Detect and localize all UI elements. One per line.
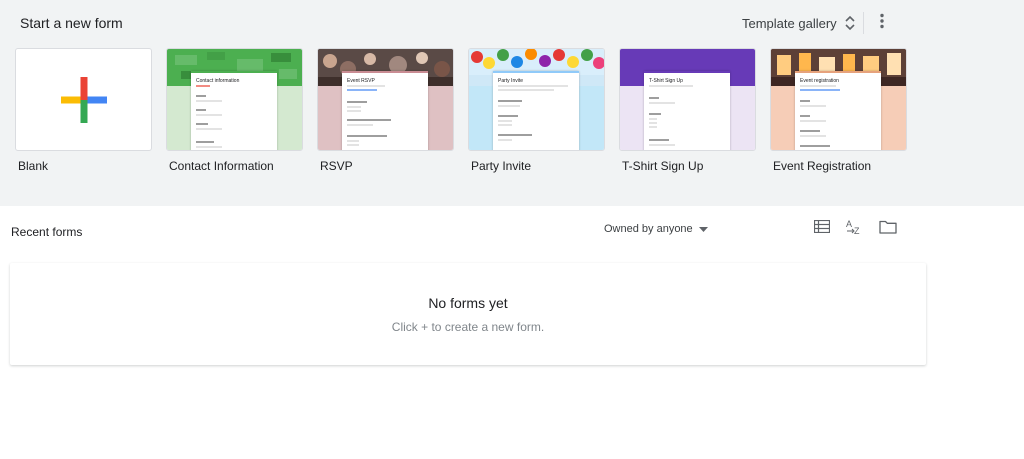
form-preview-sheet: Party Invite — [493, 71, 579, 150]
plus-icon — [61, 77, 107, 128]
header-divider — [863, 12, 864, 34]
more-options-button[interactable] — [872, 11, 892, 35]
recent-forms-heading: Recent forms — [11, 225, 83, 239]
list-view-icon — [813, 219, 831, 238]
template-card-rsvp[interactable]: Event RSVP — [317, 48, 454, 151]
template-card-contact-information[interactable]: Contact information — [166, 48, 303, 151]
dropdown-arrow-icon — [698, 223, 708, 235]
template-label-blank[interactable]: Blank — [18, 159, 48, 173]
owner-filter-label: Owned by anyone — [604, 223, 693, 235]
template-label-tshirt-sign-up[interactable]: T-Shirt Sign Up — [622, 159, 703, 173]
svg-text:Z: Z — [854, 226, 860, 235]
sort-button[interactable]: A Z — [845, 219, 865, 239]
form-preview-sheet: Event registration — [795, 71, 881, 150]
open-file-picker-button[interactable] — [878, 219, 898, 239]
list-view-button[interactable] — [812, 219, 832, 239]
form-preview-sheet: T-Shirt Sign Up — [644, 71, 730, 150]
folder-icon — [879, 220, 897, 239]
template-card-event-registration[interactable]: Event registration — [770, 48, 907, 151]
template-label-contact-information[interactable]: Contact Information — [169, 159, 274, 173]
template-card-tshirt-sign-up[interactable]: T-Shirt Sign Up — [619, 48, 756, 151]
template-gallery-button[interactable]: Template gallery — [738, 10, 861, 36]
sort-az-icon: A Z — [846, 219, 864, 240]
template-gallery-label: Template gallery — [742, 15, 837, 31]
start-new-form-heading: Start a new form — [20, 15, 123, 31]
form-preview-sheet: Contact information — [191, 71, 277, 150]
form-preview-sheet: Event RSVP — [342, 71, 428, 150]
template-label-party-invite[interactable]: Party Invite — [471, 159, 531, 173]
empty-state-title: No forms yet — [428, 295, 508, 311]
svg-text:A: A — [846, 219, 852, 229]
unfold-more-icon — [843, 15, 857, 31]
template-label-event-registration[interactable]: Event Registration — [773, 159, 871, 173]
recent-forms-empty-state: No forms yet Click + to create a new for… — [10, 263, 926, 365]
template-strip: Start a new form Template gallery Blank — [0, 0, 1024, 206]
template-card-blank[interactable] — [15, 48, 152, 151]
template-card-party-invite[interactable]: Party Invite — [468, 48, 605, 151]
owner-filter-dropdown[interactable]: Owned by anyone — [604, 221, 708, 237]
empty-state-subtitle: Click + to create a new form. — [391, 320, 545, 334]
more-vert-icon — [880, 13, 884, 34]
template-label-rsvp[interactable]: RSVP — [320, 159, 353, 173]
